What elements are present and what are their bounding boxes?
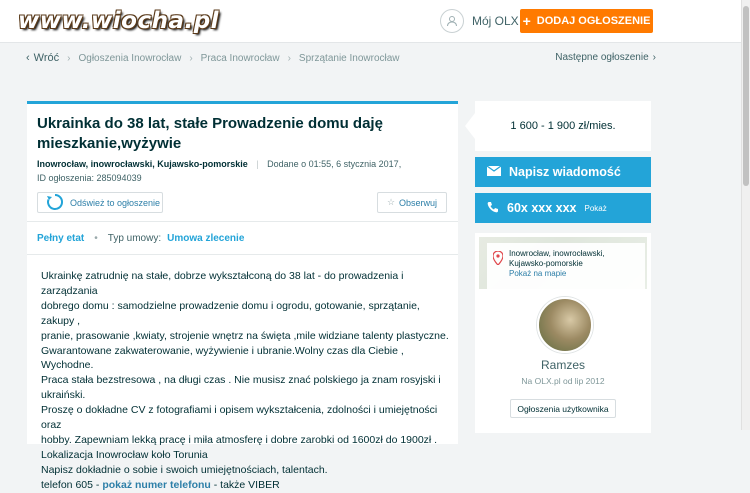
user-card: Inowrocław, inowrocławski, Kujawsko-pomo… <box>475 233 651 433</box>
refresh-icon <box>46 193 64 213</box>
refresh-ad-button[interactable]: Odśwież to ogłoszenie <box>37 192 163 213</box>
show-phone-link[interactable]: pokaż numer telefonu <box>102 479 211 491</box>
meta-divider: | <box>256 159 259 169</box>
breadcrumb-item-jobs[interactable]: Praca Inowrocław <box>201 53 280 64</box>
user-name[interactable]: Ramzes <box>475 358 651 372</box>
chevron-left-icon: ‹ <box>26 52 30 64</box>
description-line: Praca stała bezstresowa , na długi czas … <box>41 374 441 402</box>
breadcrumb-separator: › <box>287 52 291 64</box>
ad-location: Inowrocław, inowrocławski, Kujawsko-pomo… <box>37 159 248 169</box>
map-location-text: Inowrocław, inowrocławski, Kujawsko-pomo… <box>509 249 605 279</box>
phone-suffix: - także VIBER <box>213 478 280 491</box>
top-header: www.wiocha.pl Mój OLX + DODAJ OGŁOSZENIE <box>0 0 742 43</box>
bullet: • <box>94 233 98 244</box>
plus-icon: + <box>522 13 531 29</box>
page-scrollbar[interactable] <box>741 0 750 430</box>
write-message-label: Napisz wiadomość <box>509 165 621 179</box>
divider <box>27 221 458 222</box>
user-icon <box>440 9 464 33</box>
tag-full-time[interactable]: Pełny etat <box>37 233 84 244</box>
job-attributes: Pełny etat • Typ umowy: Umowa zlecenie <box>37 233 244 244</box>
breadcrumb-item-cleaning[interactable]: Sprzątanie Inowrocław <box>299 53 400 64</box>
divider <box>27 254 458 255</box>
ad-added-date: Dodane o 01:55, 6 stycznia 2017, <box>267 159 402 169</box>
contract-label: Typ umowy: <box>107 233 162 244</box>
my-olx-label: Mój OLX <box>472 14 519 28</box>
user-avatar[interactable] <box>537 297 593 353</box>
back-link[interactable]: ‹ Wróć <box>26 52 59 64</box>
user-ads-label: Ogłoszenia użytkownika <box>517 403 609 414</box>
phone-show-label: Pokaż <box>584 203 607 213</box>
price-value: 1 600 - 1 900 zł/mies. <box>510 120 616 132</box>
map-location-box: Inowrocław, inowrocławski, Kujawsko-pomo… <box>487 243 645 293</box>
ad-meta: Inowrocław, inowrocławski, Kujawsko-pomo… <box>37 159 401 169</box>
phone-line: telefon 605 - pokaż numer telefonu - tak… <box>41 478 451 493</box>
ad-id: ID ogłoszenia: 285094039 <box>37 173 142 183</box>
phone-icon <box>487 201 499 216</box>
contract-value[interactable]: Umowa zlecenie <box>167 233 244 244</box>
map-pin-icon <box>492 250 504 268</box>
description-line: dobrego domu : samodzielne prowadzenie d… <box>41 299 420 327</box>
description-line: Lokalizacja Inowrocław koło Torunia <box>41 448 208 461</box>
back-label: Wróć <box>33 52 60 64</box>
show-phone-button[interactable]: 60x xxx xxx Pokaż <box>475 193 651 223</box>
envelope-icon <box>486 165 502 179</box>
user-ads-button[interactable]: Ogłoszenia użytkownika <box>510 399 616 418</box>
my-olx-link[interactable]: Mój OLX <box>440 9 519 33</box>
breadcrumb-separator: › <box>189 52 193 64</box>
location-map[interactable]: Inowrocław, inowrocławski, Kujawsko-pomo… <box>479 237 647 293</box>
chevron-right-icon: › <box>652 52 656 63</box>
scrollbar-thumb[interactable] <box>743 6 749 186</box>
phone-masked: 60x xxx xxx <box>507 201 577 215</box>
site-logo[interactable]: www.wiocha.pl <box>18 8 219 34</box>
description-line: Napisz dokładnie o sobie i swoich umieję… <box>41 463 328 476</box>
refresh-label: Odśwież to ogłoszenie <box>70 197 161 208</box>
description-line: pranie, prasowanie ,kwiaty, strojenie wn… <box>41 329 449 342</box>
breadcrumb-separator: › <box>67 52 71 64</box>
breadcrumb-item-ads[interactable]: Ogłoszenia Inowrocław <box>78 53 181 64</box>
description-line: Ukrainkę zatrudnię na stałe, dobrze wyks… <box>41 270 404 297</box>
description-line: hobby. Zapewniam lekką pracę i miła atmo… <box>41 433 438 446</box>
write-message-button[interactable]: Napisz wiadomość <box>475 157 651 187</box>
add-ad-button[interactable]: + DODAJ OGŁOSZENIE <box>520 9 653 33</box>
user-since: Na OLX.pl od lip 2012 <box>521 376 605 386</box>
price-box: 1 600 - 1 900 zł/mies. <box>465 101 651 151</box>
phone-prefix: telefon 605 - <box>41 478 100 491</box>
add-ad-label: DODAJ OGŁOSZENIE <box>536 15 651 27</box>
ad-content-panel: Ukrainka do 38 lat, stałe Prowadzenie do… <box>27 101 458 491</box>
description-line: Gwarantowane zakwaterowanie, wyżywienie … <box>41 344 404 372</box>
observe-label: Obserwuj <box>399 197 438 208</box>
observe-button[interactable]: ☆ Obserwuj <box>377 192 447 213</box>
show-on-map-link[interactable]: Pokaż na mapie <box>509 269 566 278</box>
breadcrumb: ‹ Wróć › Ogłoszenia Inowrocław › Praca I… <box>26 52 656 64</box>
description-line: Proszę o dokładne CV z fotografiami i op… <box>41 404 438 432</box>
ad-title: Ukrainka do 38 lat, stałe Prowadzenie do… <box>37 115 383 152</box>
map-location-line: Inowrocław, inowrocławski, <box>509 249 605 258</box>
ad-description: Ukrainkę zatrudnię na stałe, dobrze wyks… <box>41 269 451 493</box>
map-location-line: Kujawsko-pomorskie <box>509 259 583 268</box>
next-ad-link[interactable]: Następne ogłoszenie › <box>555 52 656 63</box>
star-icon: ☆ <box>386 197 396 207</box>
next-ad-label: Następne ogłoszenie <box>555 52 649 63</box>
